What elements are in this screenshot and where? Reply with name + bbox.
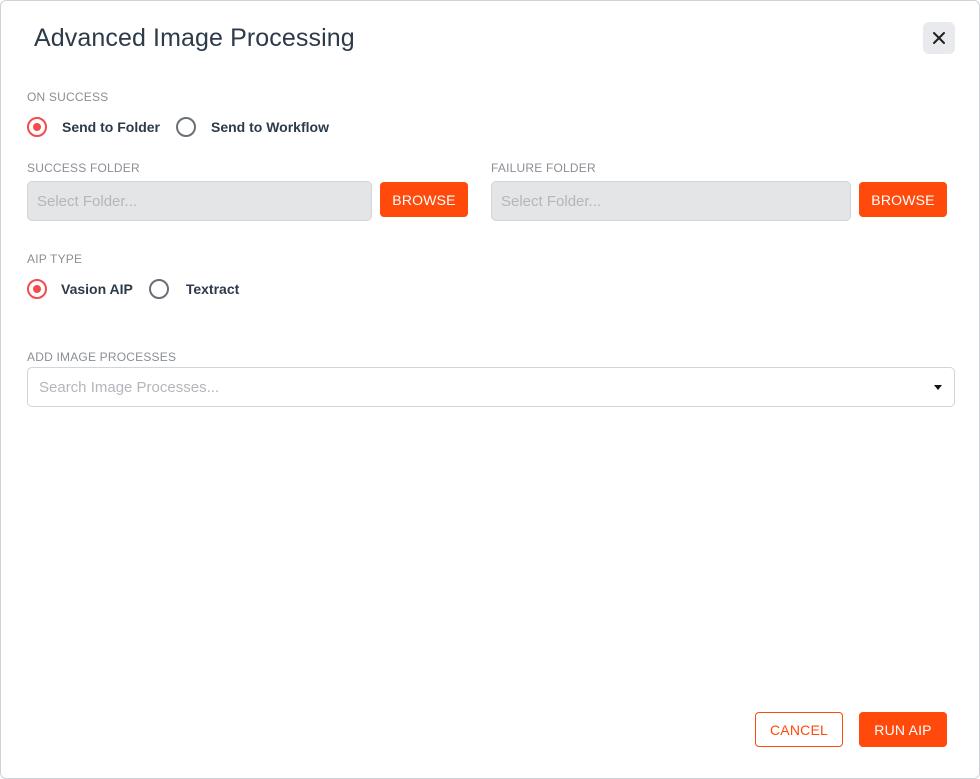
success-folder-input[interactable]: Select Folder... xyxy=(27,181,372,221)
dialog-title: Advanced Image Processing xyxy=(34,24,355,52)
failure-folder-input[interactable]: Select Folder... xyxy=(491,181,851,221)
radio-checked-icon xyxy=(27,117,47,137)
cancel-button[interactable]: CANCEL xyxy=(755,712,843,747)
search-placeholder: Search Image Processes... xyxy=(39,378,220,396)
caret-down-icon xyxy=(934,384,942,390)
image-processes-label: ADD IMAGE PROCESSES xyxy=(27,350,177,364)
aip-dialog: Advanced Image Processing ON SUCCESS Sen… xyxy=(0,0,980,779)
radio-vasion-aip[interactable]: Vasion AIP xyxy=(27,279,133,299)
failure-browse-button[interactable]: BROWSE xyxy=(859,182,947,217)
run-aip-button[interactable]: RUN AIP xyxy=(859,712,947,747)
aip-type-label: AIP TYPE xyxy=(27,252,83,266)
success-folder-label: SUCCESS FOLDER xyxy=(27,161,140,175)
success-browse-button[interactable]: BROWSE xyxy=(380,182,468,217)
radio-label: Vasion AIP xyxy=(61,281,133,297)
radio-unchecked-icon xyxy=(148,279,169,299)
radio-send-to-workflow[interactable]: Send to Workflow xyxy=(176,117,329,137)
failure-folder-label: FAILURE FOLDER xyxy=(491,161,596,175)
radio-textract[interactable]: Textract xyxy=(148,279,240,299)
close-button[interactable] xyxy=(923,22,955,54)
image-processes-search[interactable]: Search Image Processes... xyxy=(27,367,955,407)
radio-checked-icon xyxy=(27,279,47,299)
radio-label: Send to Workflow xyxy=(211,119,329,135)
radio-label: Textract xyxy=(185,281,240,297)
radio-send-to-folder[interactable]: Send to Folder xyxy=(27,117,160,137)
on-success-radio-group: Send to Folder Send to Workflow xyxy=(27,117,329,137)
radio-label: Send to Folder xyxy=(62,119,160,135)
close-icon xyxy=(933,32,945,44)
radio-unchecked-icon xyxy=(176,117,196,137)
aip-type-radio-group: Vasion AIP Textract xyxy=(27,279,239,299)
on-success-label: ON SUCCESS xyxy=(27,90,109,104)
